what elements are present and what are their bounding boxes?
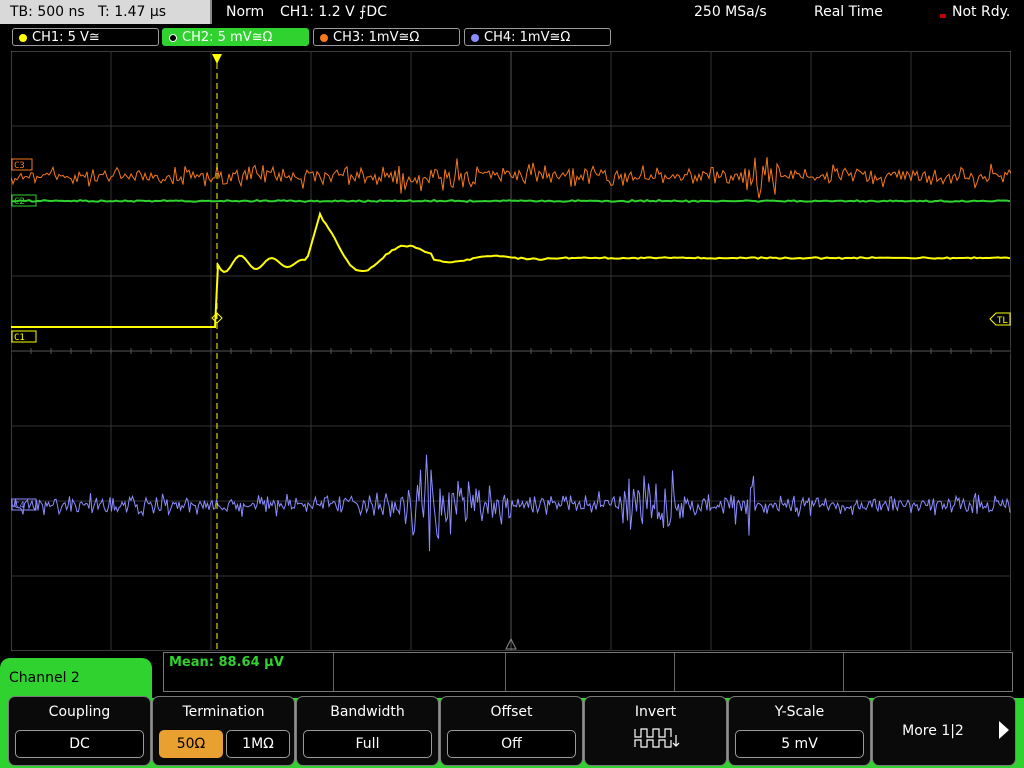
- coupling-value[interactable]: DC: [15, 730, 144, 758]
- termination-50-option[interactable]: 50Ω: [159, 730, 223, 758]
- square-wave-invert-icon: [634, 728, 680, 748]
- yscale-value[interactable]: 5 mV: [735, 730, 864, 758]
- bandwidth-softkey[interactable]: Bandwidth Full: [296, 696, 439, 766]
- tab-ch4-label: CH4: 1mV≅Ω: [484, 30, 571, 45]
- bandwidth-value[interactable]: Full: [303, 730, 432, 758]
- meas-divider: [333, 653, 334, 691]
- ch1-dot-icon: [19, 33, 27, 42]
- coupling-softkey[interactable]: Coupling DC: [8, 696, 151, 766]
- tab-ch1-label: CH1: 5 V≅: [32, 30, 100, 45]
- termination-1m-option[interactable]: 1MΩ: [226, 730, 290, 758]
- offset-softkey[interactable]: Offset Off: [440, 696, 583, 766]
- coupling-title: Coupling: [48, 704, 111, 720]
- trigger-settings[interactable]: CH1: 1.2 V ⨍DC: [280, 0, 387, 24]
- tab-ch2-label: CH2: 5 mV≅Ω: [182, 30, 273, 45]
- more-softkey[interactable]: More 1|2: [872, 696, 1016, 766]
- timebase-value: TB: 500 ns: [10, 4, 85, 20]
- termination-title: Termination: [182, 704, 265, 720]
- meas-divider: [843, 653, 844, 691]
- offset-value[interactable]: Off: [447, 730, 576, 758]
- trigger-marker-cap: [215, 54, 219, 56]
- timebase-readout[interactable]: TB: 500 ns T: 1.47 µs: [0, 0, 212, 24]
- sample-rate: 250 MSa/s: [694, 4, 767, 20]
- mean-measurement: Mean: 88.64 µV: [169, 655, 284, 670]
- not-ready-indicator: [940, 14, 946, 18]
- meas-divider: [505, 653, 506, 691]
- trigger-level-label: TL: [997, 316, 1008, 326]
- ch2-marker-label: C2: [14, 197, 25, 207]
- ch4-dot-icon: [471, 33, 479, 42]
- tab-ch4[interactable]: CH4: 1mV≅Ω: [464, 28, 611, 46]
- tab-ch2[interactable]: CH2: 5 mV≅Ω: [162, 28, 309, 46]
- tab-ch3-label: CH3: 1mV≅Ω: [333, 30, 420, 45]
- yscale-title: Y-Scale: [774, 704, 825, 720]
- invert-title: Invert: [634, 704, 677, 720]
- more-label: More 1|2: [902, 723, 964, 739]
- trigger-time-value: T: 1.47 µs: [98, 4, 167, 20]
- measurement-panel: Mean: 88.64 µV: [163, 652, 1013, 692]
- termination-softkey[interactable]: Termination 50Ω 1MΩ: [152, 696, 295, 766]
- meas-divider: [674, 653, 675, 691]
- acquisition-mode: Real Time: [814, 4, 883, 20]
- yscale-softkey[interactable]: Y-Scale 5 mV: [728, 696, 871, 766]
- menu-title: Channel 2: [0, 658, 152, 698]
- offset-title: Offset: [490, 704, 533, 720]
- ch3-marker-label: C3: [14, 161, 25, 171]
- chevron-right-icon: [999, 721, 1009, 739]
- ch3-dot-icon: [320, 33, 328, 42]
- ch2-dot-icon: [169, 33, 177, 42]
- ch4-marker-label: C4: [14, 501, 25, 511]
- tab-ch1[interactable]: CH1: 5 V≅: [12, 28, 159, 46]
- invert-softkey[interactable]: Invert: [584, 696, 727, 766]
- trigger-mode[interactable]: Norm: [226, 0, 264, 24]
- status-bar: Norm CH1: 1.2 V ⨍DC 250 MSa/s Real Time …: [214, 0, 1024, 24]
- ch1-marker-label: C1: [14, 333, 25, 343]
- bandwidth-title: Bandwidth: [330, 704, 405, 720]
- waveform-display[interactable]: C3 C2 C1 C4 TL: [11, 51, 1011, 651]
- tab-ch3[interactable]: CH3: 1mV≅Ω: [313, 28, 460, 46]
- acquisition-state: Not Rdy.: [952, 4, 1011, 20]
